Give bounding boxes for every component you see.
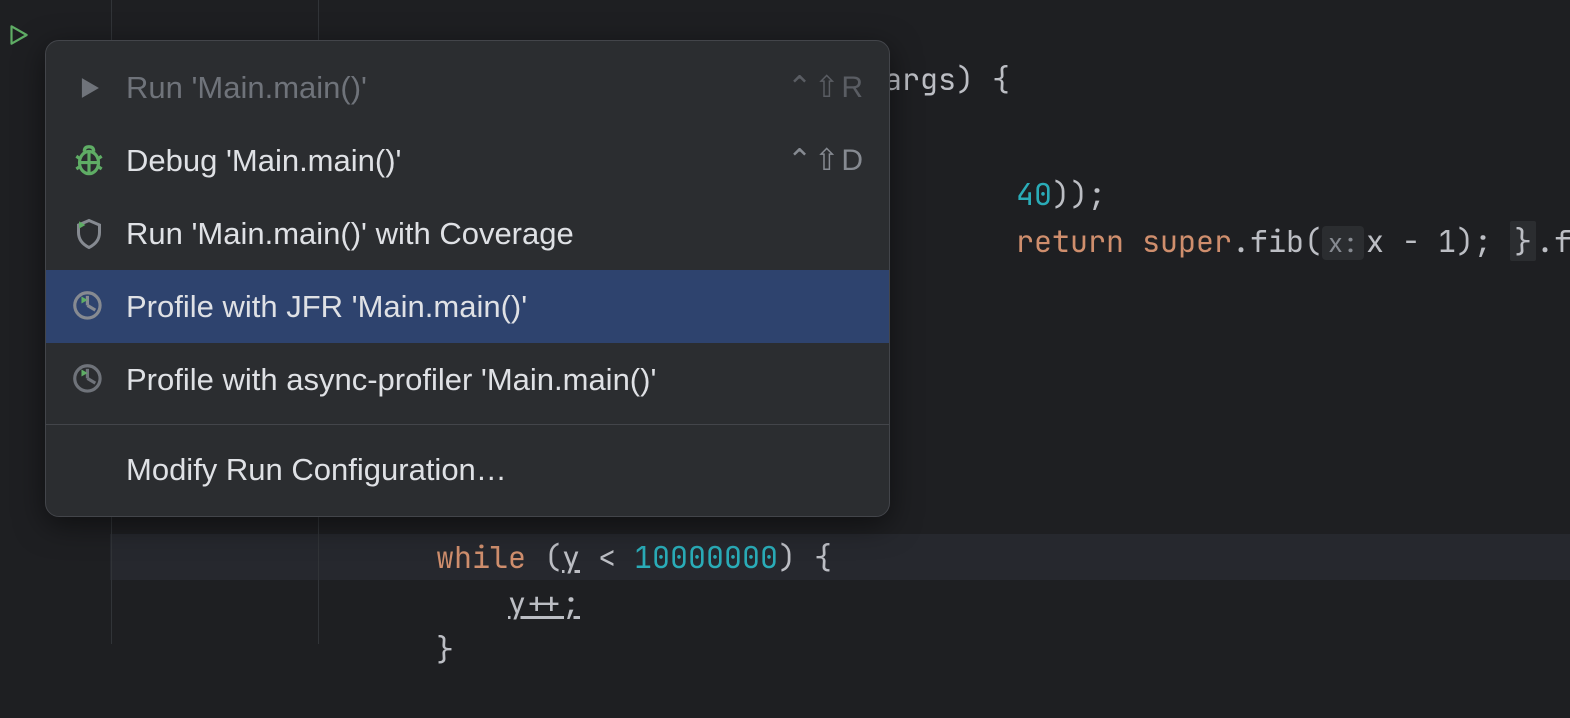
code-token: } <box>1510 221 1536 261</box>
code-token: super <box>1142 221 1232 261</box>
menu-item-run[interactable]: Run 'Main.main()' ⌃⇧R <box>46 51 889 124</box>
menu-shortcut: ⌃⇧D <box>787 143 865 178</box>
menu-item-profile-jfr[interactable]: Profile with JFR 'Main.main()' <box>46 270 889 343</box>
code-token: 10000000 <box>634 537 778 577</box>
menu-label: Debug 'Main.main()' <box>126 143 787 179</box>
menu-item-profile-async[interactable]: Profile with async-profiler 'Main.main()… <box>46 343 889 416</box>
run-gutter-icon[interactable] <box>5 22 31 48</box>
menu-label: Run 'Main.main()' <box>126 70 787 106</box>
code-token: .fib( <box>1232 221 1322 261</box>
code-token: ) { <box>778 537 832 577</box>
profiler-jfr-icon <box>66 284 112 330</box>
editor-area: public static void main(String[] args) {… <box>0 0 1570 644</box>
menu-label: Profile with async-profiler 'Main.main()… <box>126 362 865 398</box>
code-token: .fib( <box>1536 221 1570 261</box>
code-token: x - 1); <box>1366 221 1510 261</box>
param-hint: x: <box>1322 226 1364 260</box>
menu-item-debug[interactable]: Debug 'Main.main()' ⌃⇧D <box>46 124 889 197</box>
code-token: y++; <box>508 583 580 623</box>
code-token: } <box>436 629 454 669</box>
menu-item-coverage[interactable]: Run 'Main.main()' with Coverage <box>46 197 889 270</box>
menu-separator <box>46 424 889 425</box>
menu-label: Modify Run Configuration… <box>126 452 865 488</box>
play-icon <box>66 65 112 111</box>
blank-icon <box>66 447 112 493</box>
run-context-menu: Run 'Main.main()' ⌃⇧R Debug 'Main.main()… <box>45 40 890 517</box>
code-token: < <box>580 537 634 577</box>
bug-icon <box>66 138 112 184</box>
menu-item-modify-config[interactable]: Modify Run Configuration… <box>46 433 889 506</box>
menu-label: Run 'Main.main()' with Coverage <box>126 216 865 252</box>
menu-label: Profile with JFR 'Main.main()' <box>126 289 865 325</box>
menu-shortcut: ⌃⇧R <box>787 70 865 105</box>
shield-play-icon <box>66 211 112 257</box>
profiler-async-icon <box>66 357 112 403</box>
code-token: return <box>1016 221 1142 261</box>
